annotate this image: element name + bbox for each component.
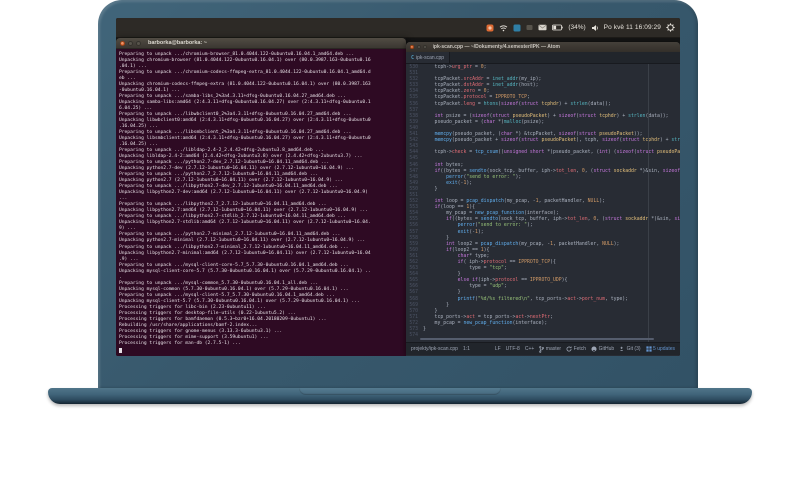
terminal-title: barborka@barborka: ~: [148, 40, 208, 46]
atom-minimize-button[interactable]: [416, 45, 421, 49]
status-item-c-[interactable]: C++: [525, 346, 534, 352]
clock[interactable]: Po kvě 11 16:09:29: [604, 24, 661, 31]
code-editor[interactable]: 530 531 532 533 534 535 536 537 538 539 540 541 542 5…: [406, 64, 680, 342]
terminal-close-button[interactable]: [120, 40, 125, 46]
battery-percentage[interactable]: (34%): [568, 24, 585, 31]
terminal-line: Unpacking libpython2.7-dev:amd64 (2.7.12…: [119, 190, 368, 196]
session-gear-icon[interactable]: [666, 23, 675, 32]
status-cursor-position[interactable]: 1:1: [463, 346, 470, 352]
status-item-label: C++: [524, 346, 535, 352]
laptop-lid: (34%) Po kvě 11 16:09:29 barborka@barbor…: [98, 0, 698, 389]
cpp-file-icon: C: [411, 54, 415, 61]
status-file-path[interactable]: projekty/ipk-scan.cpp: [411, 346, 458, 352]
status-item-utf-8[interactable]: UTF-8: [506, 346, 520, 352]
tab-bar: C ipk-scan.cpp: [406, 52, 680, 64]
laptop-mockup: (34%) Po kvě 11 16:09:29 barborka@barbor…: [0, 0, 800, 477]
status-bar: projekty/ipk-scan.cpp 1:1 LF UTF-8 C++ mast…: [406, 342, 680, 355]
terminal-line: Unpacking libwbclient0:amd64 (2:4.3.11+d…: [119, 118, 371, 124]
terminal-line: Unpacking libpython2.7-minimal:amd64 (2.…: [119, 250, 371, 256]
keyboard-layout-icon[interactable]: [513, 24, 521, 32]
sync-icon: [566, 346, 572, 352]
wifi-icon[interactable]: [499, 24, 508, 32]
atom-window: ipk-scan.cpp — ~/Dokumenty/4.semester/IP…: [406, 42, 680, 356]
messaging-envelope-icon[interactable]: [538, 24, 547, 31]
terminal-cursor: [119, 347, 122, 353]
system-tray: (34%) Po kvě 11 16:09:29: [486, 23, 680, 32]
input-method-icon[interactable]: [526, 24, 533, 31]
updates-icon: [645, 346, 652, 352]
status-item-label: 5 updates: [653, 346, 675, 352]
volume-icon[interactable]: [591, 24, 599, 32]
atom-titlebar[interactable]: ipk-scan.cpp — ~/Dokumenty/4.semester/IP…: [406, 42, 680, 52]
status-item-label: GitHub: [598, 346, 615, 352]
status-item-master[interactable]: master: [539, 345, 562, 353]
terminal-minimize-button[interactable]: [128, 40, 133, 46]
terminal-line: Unpacking libpython2.7-stdlib:amd64 (2.7…: [119, 220, 371, 226]
github-icon: [591, 346, 597, 352]
status-item-label: master: [545, 346, 562, 352]
laptop-screen: (34%) Po kvě 11 16:09:29 barborka@barbor…: [116, 18, 680, 356]
terminal-maximize-button[interactable]: [136, 40, 141, 46]
terminal-output[interactable]: Preparing to unpack .../chromium-browser…: [116, 49, 406, 356]
terminal-line: Unpacking chromium-browser (81.0.4044.12…: [119, 58, 371, 64]
status-right-items: LF UTF-8 C++ master Fetch GitHub Git (3) 5 upda…: [495, 345, 675, 353]
horizontal-scrollbar[interactable]: [420, 338, 654, 340]
laptop-base: [48, 388, 752, 404]
wrap-guide: [648, 64, 649, 342]
terminal-line: Unpacking python2.7-minimal (2.7.12-1ubu…: [119, 238, 366, 244]
status-item-5-updates[interactable]: 5 updates: [645, 346, 675, 352]
terminal-line: Unpacking samba-libs:amd64 (2:4.3.11+dfs…: [119, 100, 371, 106]
status-item-fetch[interactable]: Fetch: [566, 346, 586, 352]
code-line: int psize = (sizeof(struct pseudoPacket)…: [434, 113, 669, 119]
battery-icon[interactable]: [552, 24, 564, 31]
terminal-line: Unpacking libsmbclient:amd64 (2:4.3.11+d…: [119, 136, 371, 142]
software-updater-icon[interactable]: [486, 24, 494, 32]
atom-window-title: ipk-scan.cpp — ~/Dokumenty/4.semester/IP…: [432, 44, 561, 50]
laptop-hinge-groove: [299, 388, 501, 395]
status-item-label: Git (3): [626, 346, 641, 352]
unity-top-panel: (34%) Po kvě 11 16:09:29: [116, 18, 680, 38]
tab-ipk-scan-cpp[interactable]: C ipk-scan.cpp: [406, 52, 451, 63]
terminal-window: barborka@barborka: ~ Preparing to unpack…: [116, 38, 406, 356]
status-item-github[interactable]: GitHub: [591, 346, 614, 352]
status-item-lf[interactable]: LF: [495, 346, 501, 352]
branch-icon: [539, 345, 545, 353]
terminal-titlebar[interactable]: barborka@barborka: ~: [116, 38, 406, 49]
status-item-label: Fetch: [573, 346, 587, 352]
tab-label: ipk-scan.cpp: [416, 54, 445, 61]
atom-maximize-button[interactable]: [423, 45, 427, 49]
diff-icon: [619, 346, 625, 352]
terminal-line: Preparing to unpack .../chromium-codecs-…: [119, 70, 371, 76]
code-line: memcpy(pseudo_packet + sizeof(struct pse…: [434, 138, 680, 144]
terminal-line: Unpacking mysql-client-core-5.7 (5.7.30-…: [119, 268, 371, 274]
status-item-git-3-[interactable]: Git (3): [619, 346, 641, 352]
status-item-label: LF: [494, 346, 501, 352]
atom-close-button[interactable]: [410, 45, 414, 49]
line-number: 574: [409, 333, 418, 339]
line-number-gutter: 530 531 532 533 534 535 536 537 538 539 540 541 542 5…: [406, 64, 420, 342]
code-content[interactable]: tcph->urg_ptr = 0; tcpPacket.srcAddr = i…: [420, 64, 680, 342]
status-item-label: UTF-8: [505, 346, 520, 352]
code-line: tcph->check = tcp_csum((unsigned short *…: [423, 150, 680, 156]
